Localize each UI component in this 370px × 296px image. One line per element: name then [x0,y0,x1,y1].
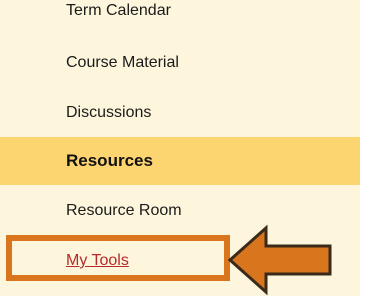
screenshot-stage: Term Calendar Course Material Discussion… [0,0,370,296]
nav-item-label: My Tools [66,252,129,269]
nav-item-resources-active[interactable]: Resources [0,137,360,185]
course-sidebar-nav: Term Calendar Course Material Discussion… [0,0,360,296]
nav-item-label: Discussions [66,104,152,121]
nav-item-resource-room[interactable]: Resource Room [0,188,360,234]
nav-item-label: Resources [66,151,153,170]
nav-item-discussions[interactable]: Discussions [0,90,360,136]
nav-item-course-material[interactable]: Course Material [0,40,360,86]
nav-item-label: Course Material [66,54,179,71]
nav-item-term-calendar[interactable]: Term Calendar [0,0,360,34]
nav-link-my-tools[interactable]: My Tools [0,238,360,284]
nav-item-label: Term Calendar [66,2,171,19]
nav-item-label: Resource Room [66,202,182,219]
